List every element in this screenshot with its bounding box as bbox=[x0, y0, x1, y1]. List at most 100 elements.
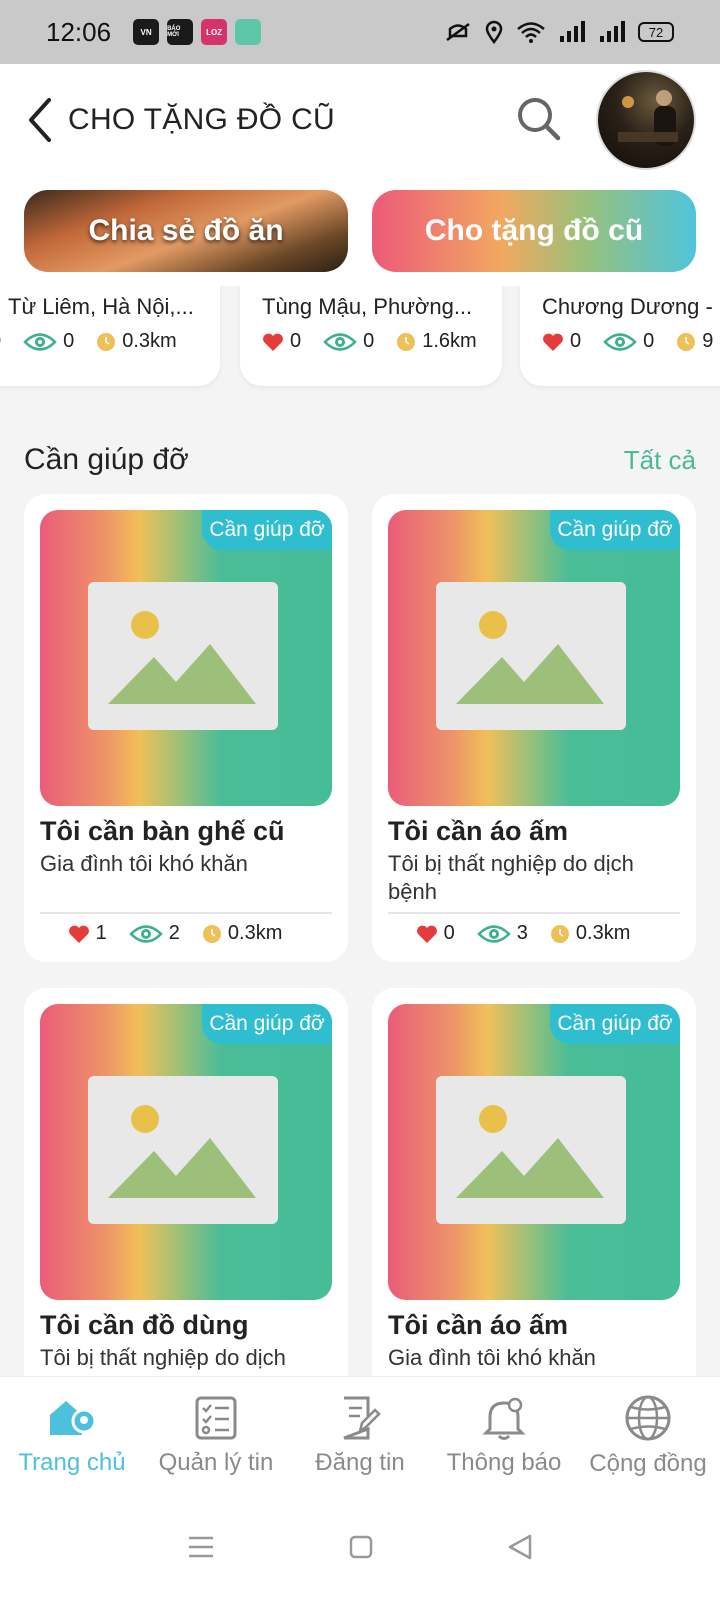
post-card[interactable]: Cần giúp đỡ Tôi cần áo ấm Gia đình tôi k… bbox=[372, 988, 696, 1408]
views: 2 bbox=[128, 922, 180, 945]
likes: 1 bbox=[68, 922, 107, 945]
search-button[interactable] bbox=[514, 94, 564, 144]
user-avatar[interactable] bbox=[596, 70, 696, 170]
heart-icon bbox=[263, 333, 283, 351]
back-button[interactable] bbox=[20, 92, 60, 148]
nearby-stats: 0 0 0.3km bbox=[0, 330, 199, 353]
nearby-card[interactable]: Từ Liêm, Hà Nội,... 0 0 0.3km bbox=[0, 286, 220, 386]
post-description: Gia đình tôi khó khăn bbox=[40, 851, 248, 876]
bottom-navigation: Trang chủ Quản lý tin Đăng tin Thông báo… bbox=[0, 1376, 720, 1494]
distance: 1.6km bbox=[396, 330, 477, 353]
post-image-placeholder: Cần giúp đỡ bbox=[40, 510, 332, 806]
post-image-placeholder: Cần giúp đỡ bbox=[40, 1004, 332, 1300]
likes: 0 bbox=[262, 330, 301, 353]
views: 0 bbox=[23, 330, 74, 353]
eye-icon bbox=[23, 332, 57, 351]
see-all-link[interactable]: Tất cả bbox=[624, 445, 696, 476]
nearby-card[interactable]: Tùng Mậu, Phường... 0 0 1.6km bbox=[240, 286, 502, 386]
nearby-address: Chương Dương - bbox=[542, 294, 713, 319]
home-square-icon[interactable] bbox=[348, 1534, 374, 1560]
status-badge: Cần giúp đỡ bbox=[550, 510, 680, 550]
lozi-icon: LOZ bbox=[201, 19, 228, 45]
battery-icon: 72 bbox=[638, 22, 674, 42]
likes: 0 bbox=[542, 330, 581, 353]
post-card[interactable]: Cần giúp đỡ Tôi cần bàn ghế cũ Gia đình … bbox=[24, 494, 348, 962]
post-stats: 1 2 0.3km bbox=[24, 922, 348, 945]
post-card[interactable]: Cần giúp đỡ Tôi cần đồ dùng Tôi bị thất … bbox=[24, 988, 348, 1408]
image-placeholder-icon bbox=[88, 582, 278, 730]
home-location-icon bbox=[50, 1400, 97, 1435]
avatar-photo bbox=[618, 90, 678, 146]
post-title: Tôi cần bàn ghế cũ bbox=[40, 816, 285, 846]
post-title: Tôi cần áo ấm bbox=[388, 1310, 569, 1340]
post-description: Tôi bị thất nghiệp do dịch bệnh bbox=[388, 851, 634, 904]
eye-icon bbox=[476, 924, 511, 943]
app-header: CHO TẶNG ĐỒ CŨ bbox=[0, 64, 720, 176]
status-badge: Cần giúp đỡ bbox=[202, 1004, 332, 1044]
notification-icons: VN BÁO MỚI LOZ bbox=[133, 19, 262, 45]
likes: 0 bbox=[0, 330, 1, 353]
image-placeholder-icon bbox=[436, 582, 626, 730]
likes: 0 bbox=[416, 922, 455, 945]
back-triangle-icon[interactable] bbox=[506, 1533, 534, 1561]
clock-icon bbox=[677, 332, 696, 351]
heart-icon bbox=[68, 925, 89, 943]
system-icons: 72 bbox=[444, 20, 674, 44]
checklist-icon bbox=[195, 1396, 237, 1439]
section-title: Cần giúp đỡ bbox=[24, 443, 189, 476]
nearby-list[interactable]: Từ Liêm, Hà Nội,... 0 0 0.3km Tùng Mậu, … bbox=[0, 286, 720, 398]
nav-notifications[interactable]: Thông báo bbox=[432, 1377, 576, 1494]
post-image-placeholder: Cần giúp đỡ bbox=[388, 1004, 680, 1300]
tab-share-food[interactable]: Chia sẻ đồ ăn bbox=[24, 190, 348, 272]
signal-icon bbox=[560, 21, 585, 42]
nearby-stats: 0 0 9 bbox=[542, 330, 720, 353]
divider bbox=[388, 912, 680, 914]
bell-icon bbox=[482, 1397, 526, 1440]
vnexpress-icon: VN bbox=[133, 19, 160, 45]
tab-donate-used-items[interactable]: Cho tặng đồ cũ bbox=[372, 190, 696, 272]
category-tabs: Chia sẻ đồ ăn Cho tặng đồ cũ bbox=[0, 176, 720, 286]
nearby-card[interactable]: Chương Dương - 0 0 9 bbox=[520, 286, 720, 386]
post-card[interactable]: Cần giúp đỡ Tôi cần áo ấm Tôi bị thất ng… bbox=[372, 494, 696, 962]
post-title: Tôi cần áo ấm bbox=[388, 816, 569, 846]
baomoi-icon: BÁO MỚI bbox=[167, 19, 194, 45]
status-badge: Cần giúp đỡ bbox=[550, 1004, 680, 1044]
heart-icon bbox=[543, 333, 563, 351]
views: 0 bbox=[603, 330, 654, 353]
divider bbox=[40, 912, 332, 914]
post-stats: 0 3 0.3km bbox=[372, 922, 696, 945]
post-image-placeholder: Cần giúp đỡ bbox=[388, 510, 680, 806]
status-time: 12:06 bbox=[46, 16, 112, 47]
nav-create-post[interactable]: Đăng tin bbox=[288, 1377, 432, 1494]
edit-document-icon bbox=[343, 1396, 381, 1439]
mute-icon bbox=[446, 22, 470, 42]
app-icon bbox=[235, 19, 262, 45]
status-badge: Cần giúp đỡ bbox=[202, 510, 332, 550]
globe-icon bbox=[625, 1395, 671, 1440]
image-placeholder-icon bbox=[88, 1076, 278, 1224]
search-icon bbox=[518, 98, 561, 141]
wifi-icon bbox=[517, 22, 545, 43]
clock-icon bbox=[97, 332, 116, 351]
nearby-stats: 0 0 1.6km bbox=[262, 330, 499, 353]
views: 0 bbox=[323, 330, 374, 353]
location-icon bbox=[485, 20, 503, 44]
signal-icon-2 bbox=[600, 21, 625, 42]
system-navigation-bar bbox=[0, 1494, 720, 1600]
nav-community[interactable]: Cộng đồng bbox=[576, 1377, 720, 1494]
nearby-address: Từ Liêm, Hà Nội,... bbox=[8, 294, 194, 319]
clock-icon bbox=[550, 924, 569, 943]
nav-manage-posts[interactable]: Quản lý tin bbox=[144, 1377, 288, 1494]
distance: 0.3km bbox=[202, 922, 282, 945]
post-description: Gia đình tôi khó khăn bbox=[388, 1345, 596, 1370]
image-placeholder-icon bbox=[436, 1076, 626, 1224]
distance: 0.3km bbox=[96, 330, 177, 353]
menu-icon[interactable] bbox=[186, 1534, 216, 1560]
status-bar: 12:06 VN BÁO MỚI LOZ 72 bbox=[0, 0, 720, 64]
eye-icon bbox=[603, 332, 637, 351]
clock-icon bbox=[202, 924, 221, 943]
section-header: Cần giúp đỡ Tất cả bbox=[24, 440, 696, 480]
views: 3 bbox=[476, 922, 528, 945]
post-title: Tôi cần đồ dùng bbox=[40, 1310, 249, 1340]
nav-home[interactable]: Trang chủ bbox=[0, 1377, 144, 1494]
